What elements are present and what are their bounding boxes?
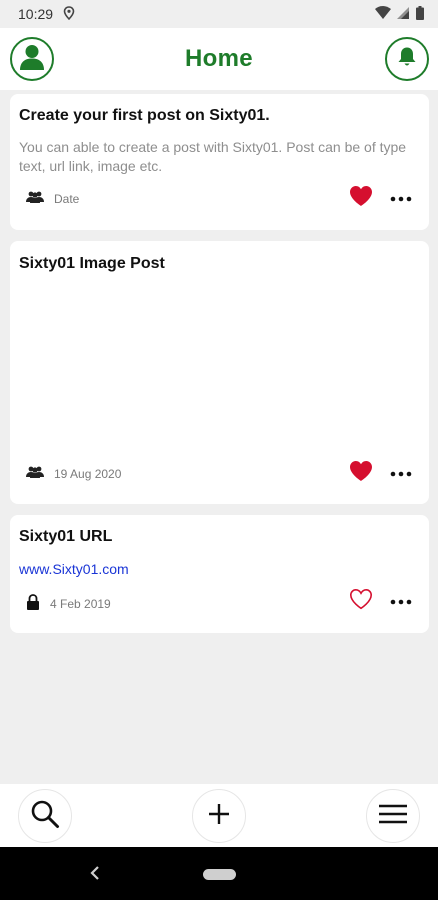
plus-icon [208,803,230,830]
create-post-button[interactable] [192,789,246,843]
profile-button[interactable] [10,37,54,81]
post-card[interactable]: Sixty01 URL www.Sixty01.com 4 Feb 2019 [10,515,429,633]
page-title: Home [185,45,253,72]
search-button[interactable] [18,789,72,843]
post-date: Date [54,191,80,206]
signal-icon [397,6,410,23]
more-options-button[interactable] [389,591,413,611]
like-button[interactable] [348,460,374,487]
post-title: Sixty01 Image Post [19,255,165,272]
heart-filled-icon [349,460,373,487]
post-link[interactable]: www.Sixty01.com [19,561,129,577]
bell-icon [397,46,417,73]
battery-icon [416,5,424,23]
heart-filled-icon [349,185,373,212]
post-date: 19 Aug 2020 [54,466,122,481]
post-meta: 4 Feb 2019 [26,594,111,613]
post-card[interactable]: Create your first post on Sixty01. You c… [10,94,429,230]
profile-icon [19,43,45,76]
group-icon [26,191,44,206]
post-title: Sixty01 URL [19,528,113,545]
menu-icon [378,803,408,830]
post-title: Create your first post on Sixty01. [19,107,270,124]
lock-icon [26,594,40,613]
post-description: You can able to create a post with Sixty… [19,139,407,174]
heart-outline-icon [349,588,373,615]
more-horizontal-icon [390,464,412,482]
notifications-button[interactable] [385,37,429,81]
post-meta: 19 Aug 2020 [26,466,121,481]
status-bar: 10:29 [0,0,438,28]
location-icon [63,5,75,23]
back-icon[interactable] [88,863,102,883]
more-options-button[interactable] [389,463,413,483]
more-options-button[interactable] [389,188,413,208]
app-header: Home [0,28,438,90]
post-image [19,283,420,453]
home-pill-icon[interactable] [203,869,236,880]
post-card[interactable]: Sixty01 Image Post 19 Aug 2020 [10,241,429,504]
menu-button[interactable] [366,789,420,843]
status-time: 10:29 [18,6,54,22]
post-meta: Date [26,191,79,206]
bottom-navigation [0,784,438,847]
system-navigation-bar [0,847,438,900]
search-icon [30,799,60,834]
more-horizontal-icon [390,189,412,207]
group-icon [26,466,44,481]
more-horizontal-icon [390,592,412,610]
post-date: 4 Feb 2019 [50,596,111,611]
wifi-icon [375,5,391,23]
like-button[interactable] [348,588,374,615]
like-button[interactable] [348,185,374,212]
